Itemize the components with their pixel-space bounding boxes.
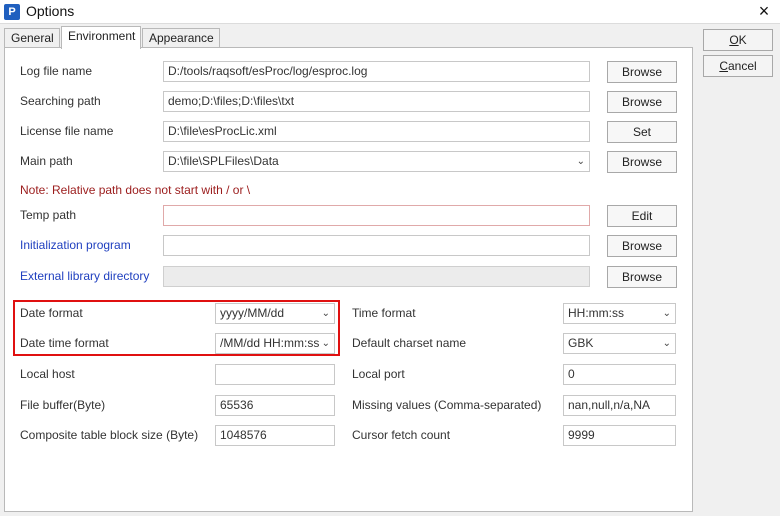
time-format-value: HH:mm:ss (568, 306, 624, 320)
time-format-combo[interactable]: HH:mm:ss ⌄ (563, 303, 676, 324)
temp-path-label: Temp path (20, 208, 77, 222)
local-host-label: Local host (20, 367, 75, 381)
cursor-fetch-input[interactable]: 9999 (563, 425, 676, 446)
license-set-button[interactable]: Set (607, 121, 677, 143)
block-size-input[interactable]: 1048576 (215, 425, 335, 446)
file-buffer-label: File buffer(Byte) (20, 398, 106, 412)
main-path-label: Main path (20, 154, 73, 168)
cancel-button[interactable]: Cancel (703, 55, 773, 77)
date-time-format-label: Date time format (20, 336, 109, 350)
tab-environment[interactable]: Environment (61, 26, 141, 49)
searching-path-label: Searching path (20, 94, 101, 108)
block-size-label: Composite table block size (Byte) (20, 428, 199, 442)
close-icon[interactable]: × (754, 1, 774, 21)
searching-path-input[interactable]: demo;D:\files;D:\files\txt (163, 91, 590, 112)
date-format-label: Date format (20, 306, 83, 320)
temp-path-input[interactable] (163, 205, 590, 226)
chevron-down-icon: ⌄ (662, 308, 671, 319)
search-browse-button[interactable]: Browse (607, 91, 677, 113)
extlib-browse-button[interactable]: Browse (607, 266, 677, 288)
charset-combo[interactable]: GBK ⌄ (563, 333, 676, 354)
local-port-label: Local port (352, 367, 405, 381)
missing-values-label: Missing values (Comma-separated) (352, 398, 542, 412)
time-format-label: Time format (352, 306, 416, 320)
init-browse-button[interactable]: Browse (607, 235, 677, 257)
tab-appearance[interactable]: Appearance (142, 28, 220, 48)
title-bar: P Options × (0, 0, 780, 24)
date-time-format-combo[interactable]: ‎/MM/dd HH:mm:ss ⌄ (215, 333, 335, 354)
window-title: Options (26, 3, 75, 19)
main-browse-button[interactable]: Browse (607, 151, 677, 173)
external-library-input (163, 266, 590, 287)
file-buffer-input[interactable]: 65536 (215, 395, 335, 416)
local-port-input[interactable]: 0 (563, 364, 676, 385)
date-format-combo[interactable]: yyyy/MM/dd ⌄ (215, 303, 335, 324)
chevron-down-icon: ⌄ (321, 338, 330, 349)
ok-button[interactable]: OK (703, 29, 773, 51)
init-program-label: Initialization program (20, 238, 131, 252)
init-program-input[interactable] (163, 235, 590, 256)
log-file-label: Log file name (20, 64, 93, 78)
tab-general[interactable]: General (4, 28, 60, 48)
main-path-combo[interactable]: D:\file\SPLFiles\Data ⌄ (163, 151, 590, 172)
relative-path-note: Note: Relative path does not start with … (20, 183, 251, 197)
external-library-label: External library directory (20, 269, 150, 283)
date-time-format-value: ‎/MM/dd HH:mm:ss (220, 336, 320, 350)
license-file-label: License file name (20, 124, 114, 138)
missing-values-input[interactable]: nan,null,n/a,NA (563, 395, 676, 416)
cursor-fetch-label: Cursor fetch count (352, 428, 451, 442)
chevron-down-icon: ⌄ (321, 308, 330, 319)
charset-label: Default charset name (352, 336, 467, 350)
log-file-input[interactable]: D:/tools/raqsoft/esProc/log/esproc.log (163, 61, 590, 82)
chevron-down-icon: ⌄ (662, 338, 671, 349)
license-file-input[interactable]: D:\file\esProcLic.xml (163, 121, 590, 142)
main-path-value: D:\file\SPLFiles\Data (168, 154, 279, 168)
chevron-down-icon: ⌄ (576, 156, 585, 167)
date-format-value: yyyy/MM/dd (220, 306, 285, 320)
charset-value: GBK (568, 336, 594, 350)
temp-edit-button[interactable]: Edit (607, 205, 677, 227)
app-logo-icon: P (4, 4, 20, 20)
local-host-input[interactable] (215, 364, 335, 385)
log-browse-button[interactable]: Browse (607, 61, 677, 83)
